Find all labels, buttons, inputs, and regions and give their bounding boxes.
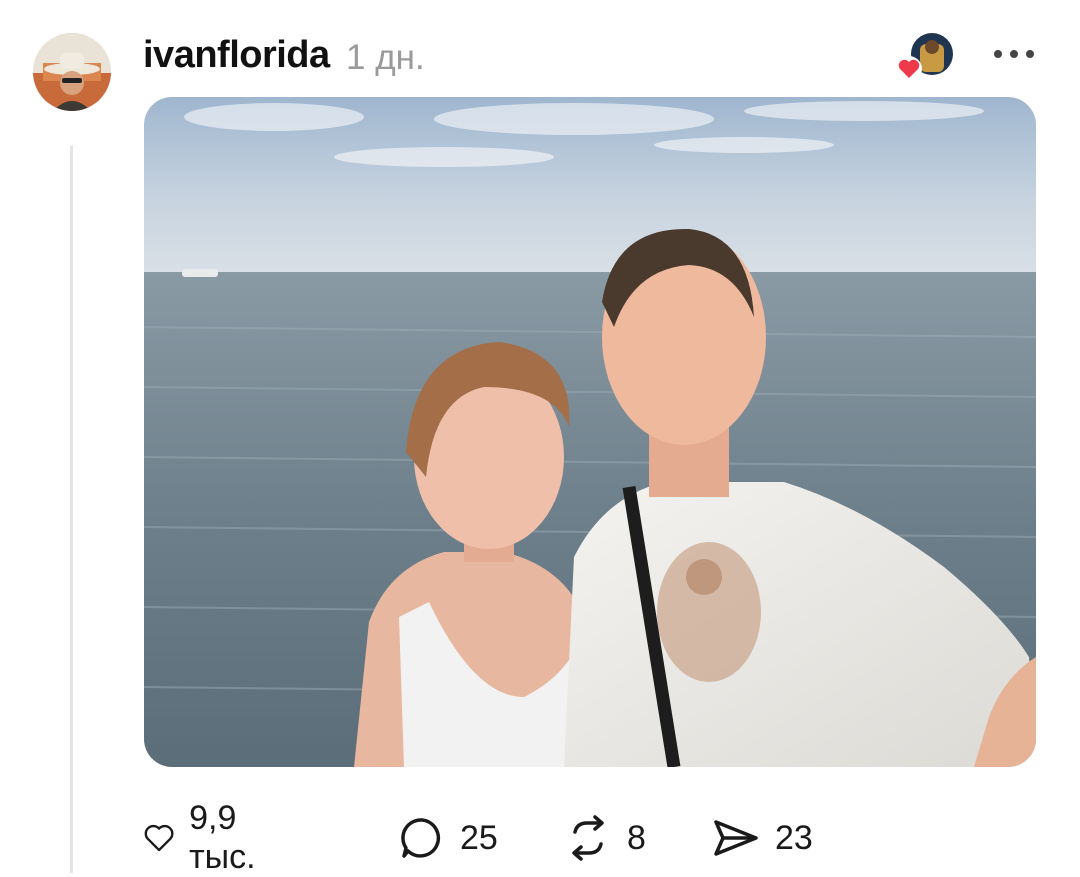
share-count: 23 <box>775 818 813 857</box>
reply-count: 25 <box>460 818 498 857</box>
send-icon <box>714 820 758 856</box>
author-username[interactable]: ivanflorida <box>143 34 330 77</box>
heart-outline-icon <box>144 824 174 852</box>
liked-by-avatar[interactable] <box>896 32 956 84</box>
like-button[interactable]: 9,9 тыс. <box>143 799 271 876</box>
reply-button[interactable]: 25 <box>398 808 498 868</box>
repost-icon <box>572 815 604 861</box>
repost-button[interactable]: 8 <box>563 808 646 868</box>
more-horizontal-icon <box>994 50 1034 58</box>
share-button[interactable]: 23 <box>711 808 813 868</box>
post-photo[interactable] <box>144 97 1036 767</box>
cowboy-avatar-icon <box>33 33 111 111</box>
like-count: 9,9 тыс. <box>189 799 256 876</box>
beach-selfie-photo <box>144 97 1036 767</box>
repost-count: 8 <box>627 818 646 857</box>
post-timestamp: 1 дн. <box>346 38 425 77</box>
more-options-button[interactable] <box>990 34 1038 74</box>
comment-bubble-icon <box>401 818 441 858</box>
thread-line <box>70 146 73 873</box>
author-avatar[interactable] <box>33 33 111 111</box>
heart-badge-icon <box>896 56 922 82</box>
